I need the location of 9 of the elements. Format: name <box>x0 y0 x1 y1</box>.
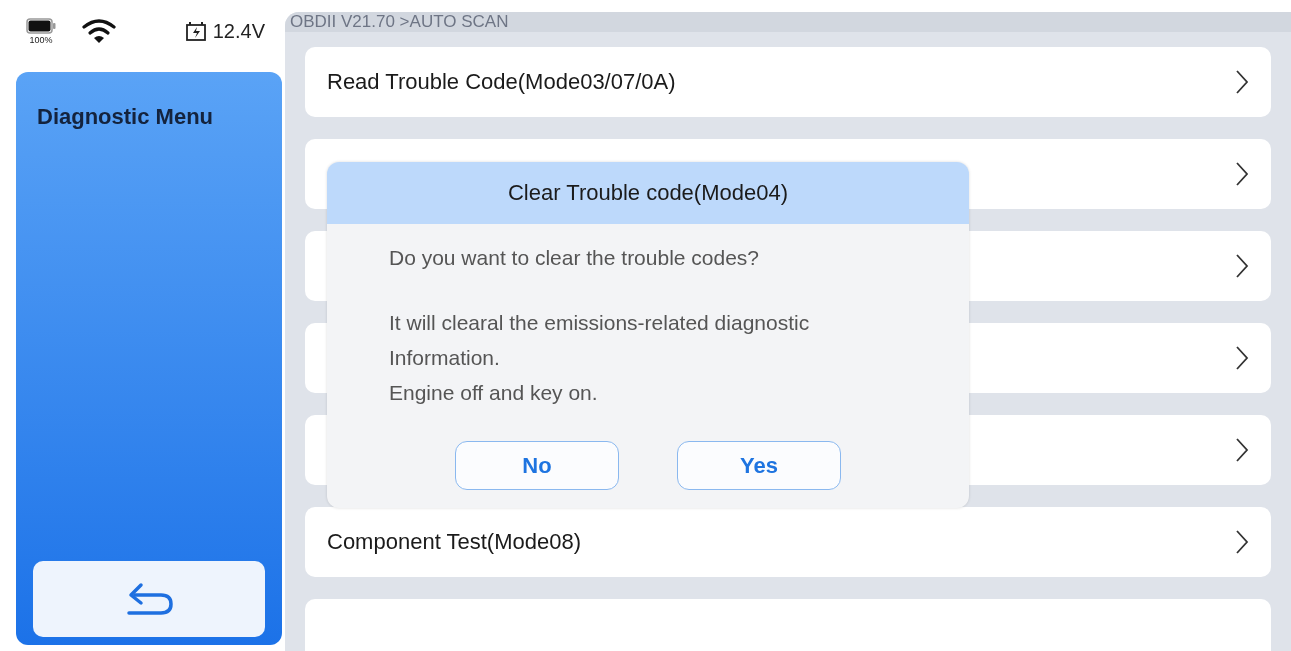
sidebar-title: Diagnostic Menu <box>36 103 214 130</box>
menu-row-label: Component Test(Mode08) <box>327 529 581 555</box>
dialog-message: Do you want to clear the trouble codes? <box>389 245 760 271</box>
battery-percent: 100% <box>29 34 53 45</box>
dialog-title: Clear Trouble code(Mode04) <box>327 162 969 224</box>
breadcrumb: OBDII V21.70 >AUTO SCAN <box>285 12 1291 32</box>
voltage-reading: 12.4V <box>212 19 265 43</box>
dialog-message: It will clearal the emissions-related diagnostic Information. Engine off and key on. <box>389 310 810 406</box>
menu-row-label: Read Trouble Code(Mode03/07/0A) <box>327 69 676 95</box>
